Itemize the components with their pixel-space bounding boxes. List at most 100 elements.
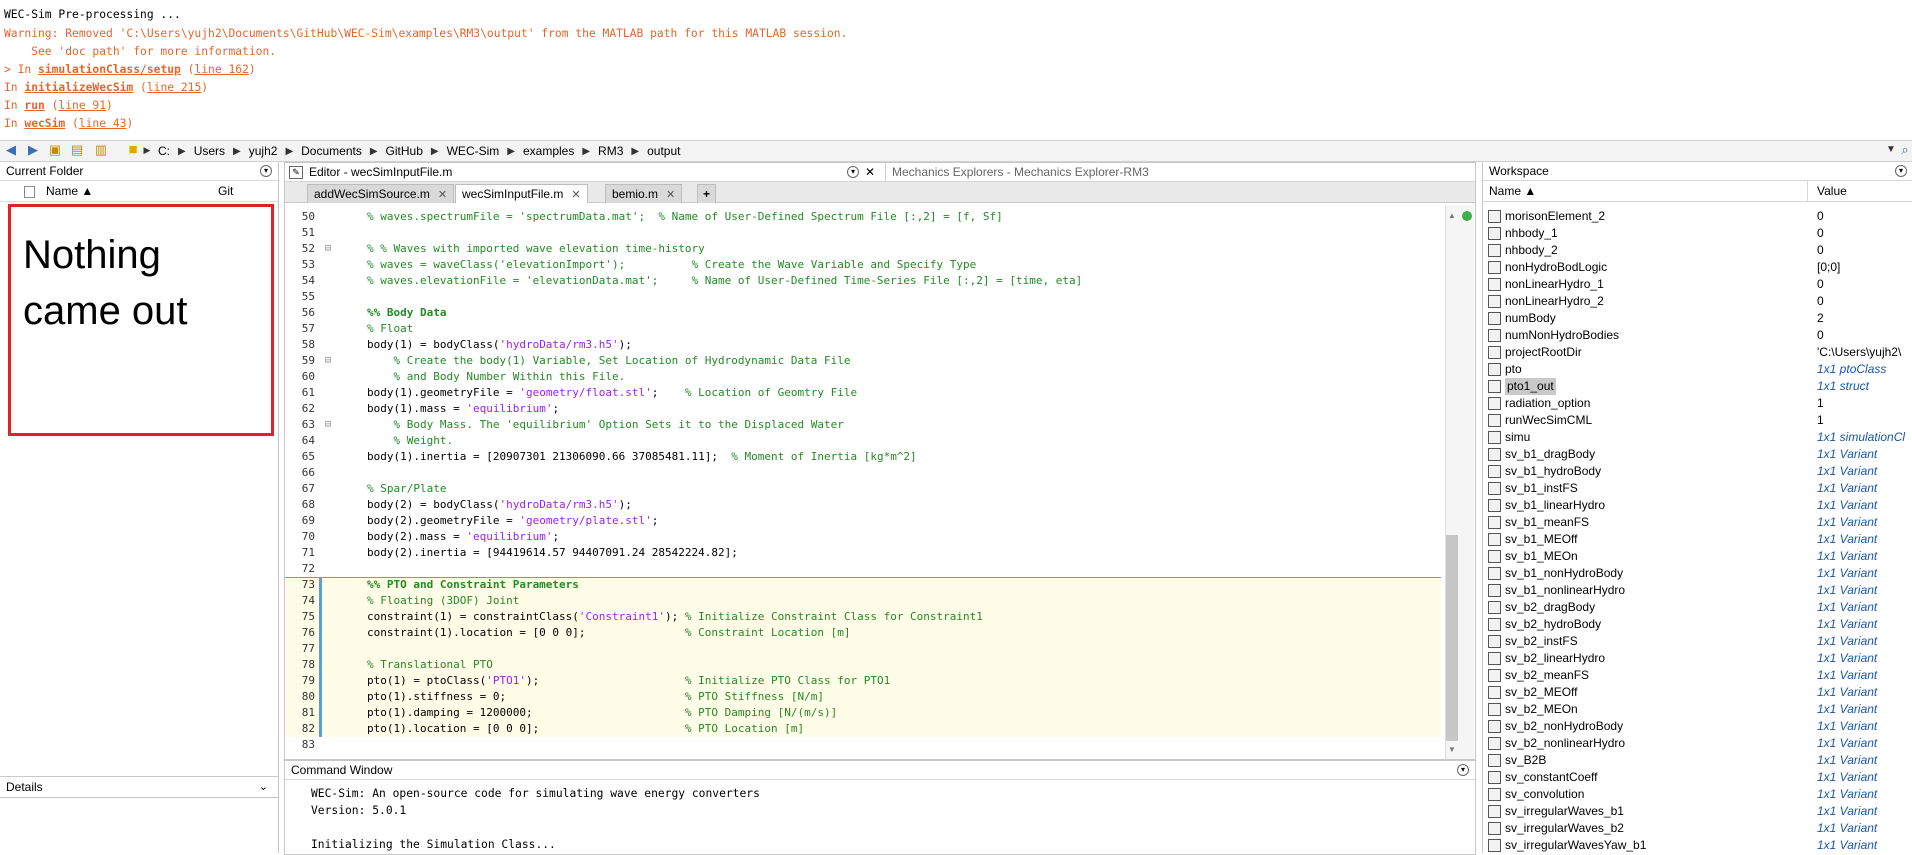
chevron-right-icon[interactable]: ▶ (233, 146, 241, 157)
workspace-row[interactable]: morisonElement_2 0 (1483, 208, 1912, 225)
workspace-row[interactable]: sv_b1_dragBody 1x1 Variant (1483, 446, 1912, 463)
code-line[interactable]: 71 body(2).inertia = [94419614.57 9440709… (285, 545, 1441, 561)
workspace-row[interactable]: nonLinearHydro_1 0 (1483, 276, 1912, 293)
code-line[interactable]: 52 ⊟ % % Waves with imported wave elevatio… (285, 241, 1441, 257)
workspace-row[interactable]: sv_b2_linearHydro 1x1 Variant (1483, 650, 1912, 667)
column-name[interactable]: Name ▲ (46, 181, 93, 201)
code-line[interactable]: 68 body(2) = bodyClass('hydroData/rm3.h5'… (285, 497, 1441, 513)
code-line[interactable]: 65 body(1).inertia = [20907301 21306090.6… (285, 449, 1441, 465)
workspace-row[interactable]: sv_b1_hydroBody 1x1 Variant (1483, 463, 1912, 480)
add-tab-button[interactable]: + (697, 184, 717, 203)
editor-scrollbar[interactable]: ▲ ▼ (1445, 205, 1474, 759)
code-line[interactable]: 81 pto(1).damping = 1200000; % PTO Dampin… (285, 705, 1441, 721)
workspace-row[interactable]: nhbody_2 0 (1483, 242, 1912, 259)
chevron-down-icon[interactable]: ⌄ (259, 777, 268, 797)
workspace-row[interactable]: sv_b1_nonlinearHydro 1x1 Variant (1483, 582, 1912, 599)
workspace-row[interactable]: sv_irregularWaves_b1 1x1 Variant (1483, 803, 1912, 820)
chevron-right-icon[interactable]: ▶ (582, 146, 590, 157)
up-folder-icon[interactable]: ▣ (48, 143, 62, 157)
code-line[interactable]: 76 constraint(1).location = [0 0 0]; % Co… (285, 625, 1441, 641)
stack-line-link[interactable]: line 162 (194, 63, 248, 76)
fold-toggle-icon[interactable]: ⊟ (325, 241, 335, 257)
editor-menu-icon[interactable]: ▾ (847, 166, 859, 178)
code-line[interactable]: 51 (285, 225, 1441, 241)
breadcrumb-item[interactable]: WEC-Sim (439, 144, 508, 158)
breadcrumb-item[interactable]: Documents (293, 144, 370, 158)
code-line[interactable]: 61 body(1).geometryFile = 'geometry/float… (285, 385, 1441, 401)
code-line[interactable]: 78 % Translational PTO (285, 657, 1441, 673)
chevron-right-icon[interactable]: ▶ (431, 146, 439, 157)
workspace-row[interactable]: sv_b2_dragBody 1x1 Variant (1483, 599, 1912, 616)
workspace-row[interactable]: runWecSimCML 1 (1483, 412, 1912, 429)
browse-folder-icon[interactable]: ▤ (70, 143, 84, 157)
code-line[interactable]: 53 % waves = waveClass('elevationImport')… (285, 257, 1441, 273)
code-line[interactable]: 64 % Weight. (285, 433, 1441, 449)
breadcrumb-item[interactable]: C: (150, 144, 178, 158)
workspace-row[interactable]: sv_b2_MEOn 1x1 Variant (1483, 701, 1912, 718)
command-window[interactable]: Command Window ▾ WEC-Sim: An open-source… (284, 760, 1476, 855)
workspace-row[interactable]: nonHydroBodLogic [0;0] (1483, 259, 1912, 276)
stack-line-link[interactable]: line 43 (79, 117, 127, 130)
workspace-row[interactable]: sv_b1_nonHydroBody 1x1 Variant (1483, 565, 1912, 582)
chevron-right-icon[interactable]: ▶ (370, 146, 378, 157)
code-line[interactable]: 83 (285, 737, 1441, 753)
workspace-row[interactable]: sv_b2_MEOff 1x1 Variant (1483, 684, 1912, 701)
stack-function-link[interactable]: initializeWecSim (24, 81, 133, 94)
close-icon[interactable]: ✕ (438, 189, 447, 201)
code-line[interactable]: 55 (285, 289, 1441, 305)
workspace-row[interactable]: sv_b1_linearHydro 1x1 Variant (1483, 497, 1912, 514)
dropdown-arrow-icon[interactable]: ▼ (1884, 143, 1898, 157)
workspace-row[interactable]: simu 1x1 simulationCl (1483, 429, 1912, 446)
tab-addwecsimsource[interactable]: addWecSimSource.m ✕ (307, 184, 455, 203)
back-arrow-icon[interactable]: ◀ (4, 143, 18, 157)
chevron-right-icon[interactable]: ▶ (631, 146, 639, 157)
workspace-row[interactable]: sv_b2_hydroBody 1x1 Variant (1483, 616, 1912, 633)
code-line[interactable]: 63 ⊟ % Body Mass. The 'equilibrium' Optio… (285, 417, 1441, 433)
code-line[interactable]: 69 body(2).geometryFile = 'geometry/plate… (285, 513, 1441, 529)
code-line[interactable]: 75 constraint(1) = constraintClass('Const… (285, 609, 1441, 625)
breadcrumb-item[interactable]: yujh2 (241, 144, 286, 158)
code-line[interactable]: 73 %% PTO and Constraint Parameters (285, 577, 1441, 593)
chevron-right-icon[interactable]: ▶ (507, 146, 515, 157)
stack-function-link[interactable]: simulationClass/setup (38, 63, 181, 76)
panel-menu-icon[interactable]: ▾ (260, 165, 272, 177)
forward-arrow-icon[interactable]: ▶ (26, 143, 40, 157)
code-line[interactable]: 72 (285, 561, 1441, 577)
workspace-row[interactable]: sv_b1_instFS 1x1 Variant (1483, 480, 1912, 497)
close-icon[interactable]: ✕ (571, 189, 580, 201)
code-line[interactable]: 62 body(1).mass = 'equilibrium'; (285, 401, 1441, 417)
code-line[interactable]: 60 % and Body Number Within this File. (285, 369, 1441, 385)
chevron-right-icon[interactable]: ▶ (285, 146, 293, 157)
close-icon[interactable]: ✕ (666, 189, 675, 201)
workspace-row[interactable]: numNonHydroBodies 0 (1483, 327, 1912, 344)
workspace-row[interactable]: sv_constantCoeff 1x1 Variant (1483, 769, 1912, 786)
code-line[interactable]: 67 % Spar/Plate (285, 481, 1441, 497)
breadcrumb-item[interactable]: Users (186, 144, 233, 158)
scrollbar-thumb[interactable] (1446, 535, 1458, 741)
tab-bemio[interactable]: bemio.m ✕ (605, 184, 683, 203)
workspace-row[interactable]: sv_b2_nonHydroBody 1x1 Variant (1483, 718, 1912, 735)
workspace-row[interactable]: sv_b1_MEOff 1x1 Variant (1483, 531, 1912, 548)
stack-line-link[interactable]: line 215 (147, 81, 201, 94)
workspace-row[interactable]: sv_b2_meanFS 1x1 Variant (1483, 667, 1912, 684)
workspace-row[interactable]: projectRootDir 'C:\Users\yujh2\ (1483, 344, 1912, 361)
workspace-row[interactable]: sv_b2_nonlinearHydro 1x1 Variant (1483, 735, 1912, 752)
code-line[interactable]: 58 body(1) = bodyClass('hydroData/rm3.h5'… (285, 337, 1441, 353)
workspace-row[interactable]: sv_b2_instFS 1x1 Variant (1483, 633, 1912, 650)
scroll-up-icon[interactable]: ▲ (1448, 211, 1456, 220)
code-line[interactable]: 50 % waves.spectrumFile = 'spectrumData.m… (285, 209, 1441, 225)
code-line[interactable]: 66 (285, 465, 1441, 481)
search-icon[interactable]: ⌕ (1898, 143, 1912, 157)
code-area[interactable]: 50 % waves.spectrumFile = 'spectrumData.m… (285, 205, 1441, 759)
folder-icon[interactable]: ▥ (94, 143, 108, 157)
code-line[interactable]: 80 pto(1).stiffness = 0; % PTO Stiffness … (285, 689, 1441, 705)
code-line[interactable]: 82 pto(1).location = [0 0 0]; % PTO Locat… (285, 721, 1441, 737)
open-folder-icon[interactable]: ■ (126, 142, 140, 157)
stack-function-link[interactable]: wecSim (24, 117, 65, 130)
code-line[interactable]: 56 %% Body Data (285, 305, 1441, 321)
code-line[interactable]: 79 pto(1) = ptoClass('PTO1'); % Initializ… (285, 673, 1441, 689)
tab-wecsiminputfile[interactable]: wecSimInputFile.m ✕ (455, 184, 588, 203)
breadcrumb-item[interactable]: GitHub (378, 144, 431, 158)
close-icon[interactable]: ✕ (865, 163, 875, 181)
scroll-down-icon[interactable]: ▼ (1448, 745, 1456, 754)
